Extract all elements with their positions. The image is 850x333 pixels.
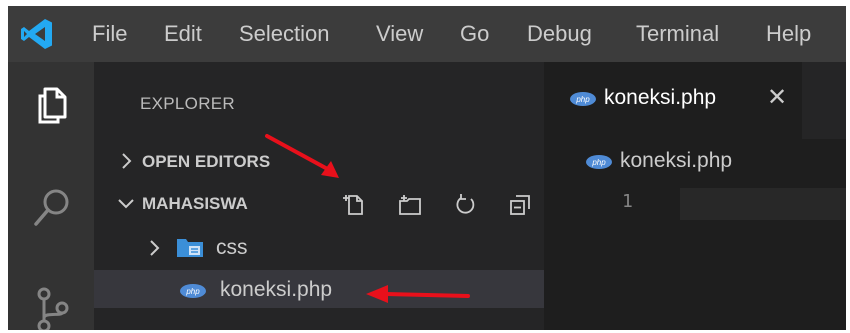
- svg-text:php: php: [185, 287, 200, 296]
- explorer-sidebar: EXPLORER OPEN EDITORS MAHASISWA css php …: [94, 62, 544, 330]
- tree-item-css-folder[interactable]: css: [94, 228, 544, 266]
- line-number: 1: [622, 191, 633, 212]
- close-icon[interactable]: ✕: [767, 84, 787, 112]
- tree-item-label: koneksi.php: [220, 278, 333, 301]
- menu-file[interactable]: File: [92, 20, 127, 48]
- breadcrumb-item[interactable]: koneksi.php: [620, 149, 732, 173]
- menu-selection[interactable]: Selection: [239, 20, 330, 48]
- php-file-icon: php: [586, 155, 612, 169]
- tree-item-label: css: [216, 236, 248, 259]
- source-control-icon[interactable]: [30, 286, 74, 330]
- menu-bar: File Edit Selection View Go Debug Termin…: [8, 6, 846, 62]
- explorer-title: EXPLORER: [140, 94, 235, 113]
- vscode-logo-icon: [21, 19, 52, 49]
- new-folder-icon[interactable]: [398, 193, 422, 217]
- project-label: MAHASISWA: [142, 194, 248, 213]
- search-icon[interactable]: [30, 186, 74, 230]
- php-file-icon: php: [570, 92, 596, 106]
- vscode-window: File Edit Selection View Go Debug Termin…: [8, 6, 846, 330]
- folder-icon: [177, 239, 203, 257]
- menu-help[interactable]: Help: [766, 20, 811, 48]
- svg-text:php: php: [575, 95, 590, 104]
- tab-koneksi-php[interactable]: php koneksi.php ✕: [544, 62, 802, 139]
- open-editors-label: OPEN EDITORS: [142, 152, 271, 171]
- open-editors-section[interactable]: OPEN EDITORS: [94, 142, 544, 182]
- menu-edit[interactable]: Edit: [164, 20, 202, 48]
- breadcrumb: php koneksi.php: [544, 139, 846, 179]
- project-section[interactable]: MAHASISWA: [94, 184, 544, 224]
- menu-debug[interactable]: Debug: [527, 20, 592, 48]
- refresh-icon[interactable]: [454, 193, 478, 217]
- php-file-icon: php: [180, 284, 206, 298]
- chevron-down-icon: [118, 199, 134, 209]
- activity-bar: [8, 62, 94, 330]
- tab-label: koneksi.php: [604, 86, 717, 109]
- collapse-all-icon[interactable]: [508, 193, 532, 217]
- tree-item-koneksi-php[interactable]: php koneksi.php: [94, 270, 544, 308]
- menu-terminal[interactable]: Terminal: [636, 20, 719, 48]
- svg-text:php: php: [591, 158, 606, 167]
- chevron-right-icon: [122, 153, 132, 169]
- editor-area: php koneksi.php ✕ php koneksi.php 1: [544, 62, 846, 330]
- files-icon[interactable]: [30, 84, 74, 128]
- menu-view[interactable]: View: [376, 20, 423, 48]
- menu-go[interactable]: Go: [460, 20, 489, 48]
- tab-bar: php koneksi.php ✕: [544, 62, 846, 139]
- new-file-icon[interactable]: [342, 193, 366, 217]
- chevron-right-icon: [150, 240, 160, 256]
- code-line[interactable]: [680, 188, 846, 220]
